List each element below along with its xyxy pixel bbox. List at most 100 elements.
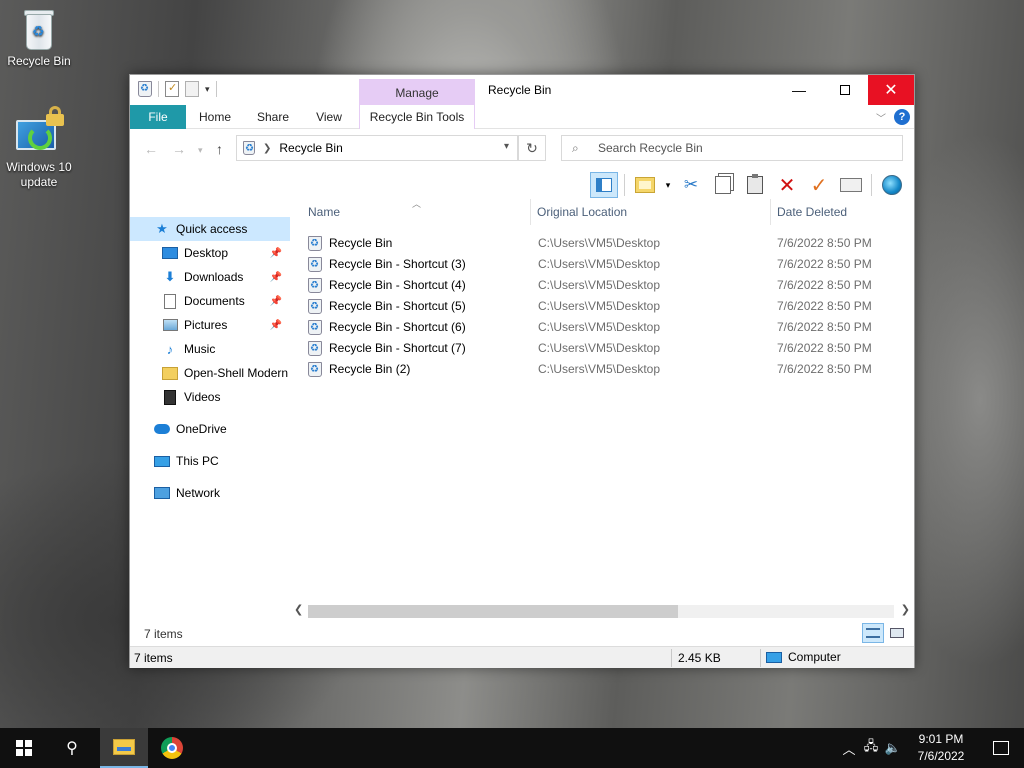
dropdown-icon[interactable]: ▾ (663, 172, 673, 198)
properties-icon[interactable] (165, 81, 179, 97)
system-tray: ︿ 🖧 🔈 9:01 PM 7/6/2022 (838, 728, 1024, 768)
notification-button[interactable] (978, 728, 1024, 768)
title-bar[interactable]: ▾ Manage Recycle Bin — ✕ (130, 75, 914, 105)
cut-icon[interactable]: ✂ (677, 172, 705, 198)
preview-pane-button[interactable] (590, 172, 618, 198)
refresh-button[interactable]: ↻ (518, 135, 546, 161)
music-note-icon: ♪ (166, 341, 174, 357)
address-dropdown-icon[interactable]: ▾ (504, 141, 509, 152)
pin-icon[interactable]: 📌 (270, 272, 282, 283)
computer-icon (766, 651, 782, 663)
nav-music[interactable]: ♪ Music (130, 337, 290, 361)
scrollbar-thumb[interactable] (308, 605, 678, 618)
clock[interactable]: 9:01 PM 7/6/2022 (904, 731, 978, 765)
windows-update-icon (14, 106, 64, 158)
shortcut-icon (308, 278, 322, 293)
column-header-name[interactable]: Name (308, 205, 528, 225)
column-header-date-deleted[interactable]: Date Deleted (777, 205, 907, 225)
nav-network[interactable]: Network (130, 481, 290, 505)
nav-desktop[interactable]: Desktop 📌 (130, 241, 290, 265)
navigation-pane: ★ Quick access Desktop 📌 ⬇ Downloads 📌 D… (130, 215, 290, 605)
pictures-icon (162, 319, 178, 331)
file-row[interactable]: Recycle Bin C:\Users\VM5\Desktop 7/6/202… (306, 233, 906, 254)
shortcut-icon (308, 299, 322, 314)
file-row[interactable]: Recycle Bin - Shortcut (7) C:\Users\VM5\… (306, 338, 906, 359)
new-folder-icon[interactable] (185, 81, 199, 97)
desktop-icon-windows-update[interactable]: Windows 10 update (1, 106, 77, 190)
nav-pictures[interactable]: Pictures 📌 (130, 313, 290, 337)
file-row[interactable]: Recycle Bin - Shortcut (6) C:\Users\VM5\… (306, 317, 906, 338)
desktop-icon (162, 247, 178, 259)
desktop-icon-label: Recycle Bin (7, 54, 71, 68)
copy-button[interactable] (709, 172, 737, 198)
tab-recycle-bin-tools[interactable]: Recycle Bin Tools (359, 105, 475, 129)
nav-videos[interactable]: Videos (130, 385, 290, 409)
pin-icon[interactable]: 📌 (270, 320, 282, 331)
new-folder-button[interactable] (631, 172, 659, 198)
breadcrumb[interactable]: Recycle Bin (279, 141, 342, 155)
help-icon[interactable]: ? (894, 109, 910, 125)
nav-quick-access[interactable]: ★ Quick access (130, 217, 290, 241)
pin-icon[interactable]: 📌 (270, 296, 282, 307)
expand-ribbon-icon[interactable]: ﹀ (876, 110, 886, 125)
start-button[interactable] (0, 728, 48, 768)
nav-label: Documents (184, 294, 245, 308)
rename-button[interactable] (837, 172, 865, 198)
minimize-button[interactable]: — (776, 75, 822, 105)
desktop-icon-recycle-bin[interactable]: ♻ Recycle Bin (1, 8, 77, 69)
pin-icon[interactable]: 📌 (270, 248, 282, 259)
delete-icon[interactable]: ✕ (773, 172, 801, 198)
shortcut-icon (308, 257, 322, 272)
manage-contextual-tab[interactable]: Manage (359, 79, 475, 105)
nav-label: Open-Shell Modern (184, 366, 289, 380)
close-button[interactable]: ✕ (868, 75, 914, 105)
customize-qat-dropdown-icon[interactable]: ▾ (205, 84, 210, 95)
internet-button[interactable] (878, 172, 906, 198)
properties-check-icon[interactable]: ✓ (805, 172, 833, 198)
nav-downloads[interactable]: ⬇ Downloads 📌 (130, 265, 290, 289)
status-item-count: 7 items (134, 651, 173, 665)
taskbar-file-explorer[interactable] (100, 728, 148, 768)
nav-onedrive[interactable]: OneDrive (130, 417, 290, 441)
large-icons-view-button[interactable] (886, 623, 908, 643)
file-row[interactable]: Recycle Bin - Shortcut (5) C:\Users\VM5\… (306, 296, 906, 317)
up-arrow-icon[interactable]: ↑ (216, 141, 223, 157)
maximize-button[interactable] (822, 75, 868, 105)
volume-icon[interactable]: 🔈 (882, 740, 904, 756)
taskbar-chrome[interactable] (148, 728, 196, 768)
recycle-bin-icon (243, 141, 255, 156)
back-arrow-icon[interactable]: ← (144, 141, 158, 157)
chevron-up-icon[interactable]: ︿ (838, 739, 860, 758)
info-bar: 7 items (130, 623, 914, 645)
shortcut-icon (308, 320, 322, 335)
nav-open-shell-modern[interactable]: Open-Shell Modern (130, 361, 290, 385)
scroll-right-icon[interactable]: ❯ (901, 603, 910, 616)
breadcrumb-chevron-icon[interactable]: ❯ (263, 143, 271, 154)
nav-this-pc[interactable]: This PC (130, 449, 290, 473)
file-row[interactable]: Recycle Bin - Shortcut (3) C:\Users\VM5\… (306, 254, 906, 275)
recycle-bin-icon: ♻ (22, 8, 56, 52)
new-folder-icon (635, 177, 655, 193)
tab-file[interactable]: File (130, 105, 186, 129)
search-icon[interactable]: ⚲ (48, 728, 96, 768)
horizontal-scrollbar[interactable]: ❮ ❯ (290, 603, 914, 620)
column-header-original-location[interactable]: Original Location (537, 205, 767, 225)
search-input[interactable] (598, 141, 888, 155)
network-tray-icon[interactable]: 🖧 (860, 737, 882, 759)
scroll-left-icon[interactable]: ❮ (294, 603, 303, 616)
tab-share[interactable]: Share (250, 105, 296, 129)
recent-locations-chevron-icon[interactable]: ▾ (198, 145, 203, 156)
search-box[interactable]: ⌕ (561, 135, 903, 161)
nav-documents[interactable]: Documents 📌 (130, 289, 290, 313)
tab-home[interactable]: Home (190, 105, 240, 129)
paste-button[interactable] (741, 172, 769, 198)
forward-arrow-icon[interactable]: → (172, 141, 186, 157)
computer-icon (154, 455, 170, 467)
details-view-button[interactable] (862, 623, 884, 643)
file-row[interactable]: Recycle Bin (2) C:\Users\VM5\Desktop 7/6… (306, 359, 906, 380)
address-bar[interactable]: ❯ Recycle Bin ▾ (236, 135, 518, 161)
file-row[interactable]: Recycle Bin - Shortcut (4) C:\Users\VM5\… (306, 275, 906, 296)
search-icon: ⌕ (572, 140, 579, 155)
tab-view[interactable]: View (306, 105, 352, 129)
folder-icon (162, 366, 178, 380)
